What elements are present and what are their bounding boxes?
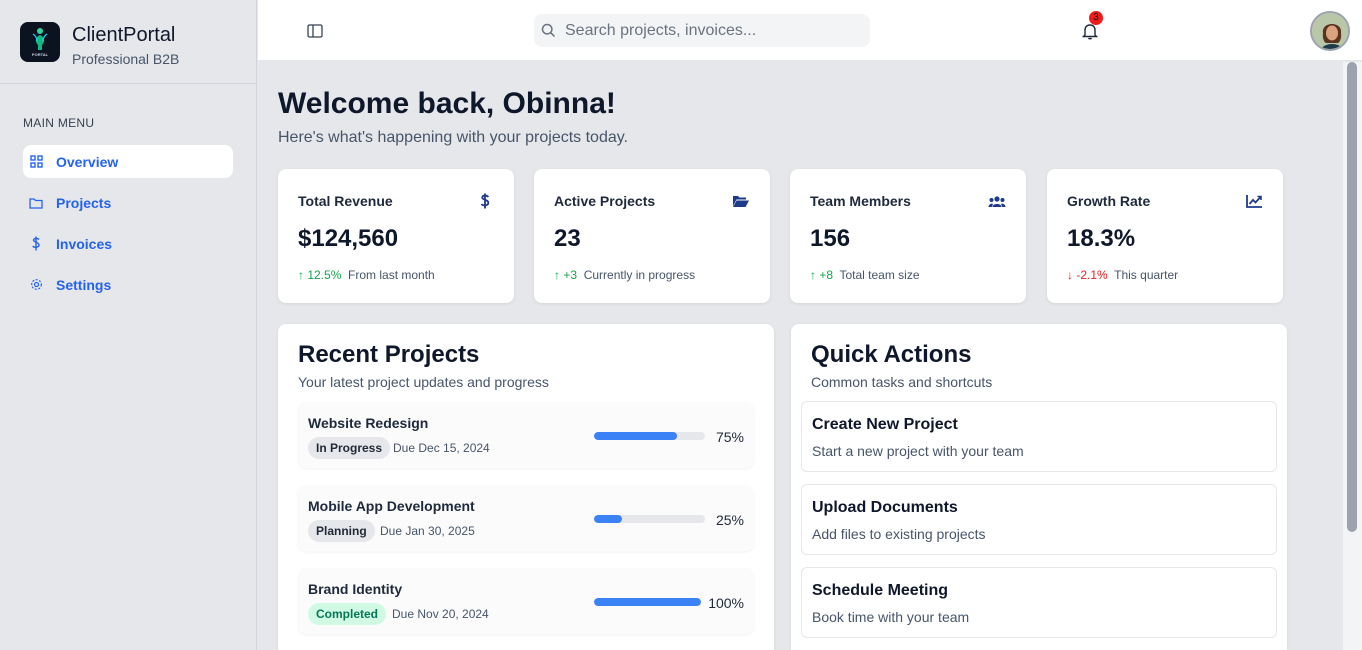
sidebar-item-label: Invoices <box>56 235 113 252</box>
progress-percent: 75% <box>715 429 744 445</box>
project-name: Website Redesign <box>308 415 429 431</box>
brand-logo: PORTAL <box>20 21 60 62</box>
recent-projects-panel: Recent Projects Your latest project upda… <box>278 324 774 650</box>
gear-icon <box>29 278 43 292</box>
stat-note: Currently in progress <box>583 268 696 282</box>
stat-card-revenue: Total Revenue $124,560 ↑ 12.5% From last… <box>278 169 514 303</box>
panel-title: Quick Actions <box>811 341 972 368</box>
search-icon <box>541 23 556 43</box>
stat-footer: ↑ +3 Currently in progress <box>554 268 695 282</box>
progress-percent: 100% <box>708 595 744 611</box>
sidebar-item-projects[interactable]: Projects <box>23 186 233 219</box>
progress-percent: 25% <box>715 512 744 528</box>
stat-value: 18.3% <box>1067 225 1136 252</box>
search-box <box>534 14 870 47</box>
stat-note: Total team size <box>839 268 920 282</box>
search-input[interactable] <box>565 14 865 47</box>
sidebar-item-label: Overview <box>56 153 119 170</box>
action-title: Upload Documents <box>812 499 958 516</box>
main-content: Welcome back, Obinna! Here's what's happ… <box>258 62 1342 650</box>
stat-value: 23 <box>554 225 581 252</box>
folder-icon <box>29 196 43 210</box>
chart-line-icon <box>1245 193 1263 209</box>
progress-bar <box>594 432 705 440</box>
folder-open-icon <box>732 193 750 209</box>
stat-value: 156 <box>810 225 851 252</box>
stat-change: ↑ +8 <box>810 268 834 282</box>
stat-change: ↑ 12.5% <box>298 268 342 282</box>
sidebar-item-overview[interactable]: Overview <box>23 145 233 178</box>
stat-note: This quarter <box>1114 268 1179 282</box>
create-project-button[interactable]: Create New Project Start a new project w… <box>801 401 1277 472</box>
quick-actions-panel: Quick Actions Common tasks and shortcuts… <box>791 324 1287 650</box>
project-due: Due Jan 30, 2025 <box>380 524 475 538</box>
stat-card-active-projects: Active Projects 23 ↑ +3 Currently in pro… <box>534 169 770 303</box>
brand: PORTAL ClientPortal Professional B2B <box>0 0 256 84</box>
status-badge: In Progress <box>308 437 391 459</box>
status-badge: Completed <box>308 603 387 625</box>
sidebar-item-invoices[interactable]: Invoices <box>23 227 233 260</box>
project-row[interactable]: Website Redesign In Progress Due Dec 15,… <box>298 402 754 468</box>
project-due: Due Dec 15, 2024 <box>393 441 490 455</box>
stat-footer: ↑ +8 Total team size <box>810 268 920 282</box>
stat-title: Growth Rate <box>1067 193 1151 209</box>
progress-fill <box>594 515 622 523</box>
stat-value: $124,560 <box>298 225 399 252</box>
stat-footer: ↓ -2.1% This quarter <box>1067 268 1178 282</box>
sidebar-toggle-icon[interactable] <box>307 23 323 39</box>
page-subtitle: Here's what's happening with your projec… <box>278 129 628 146</box>
stat-footer: ↑ 12.5% From last month <box>298 268 435 282</box>
stat-card-growth-rate: Growth Rate 18.3% ↓ -2.1% This quarter <box>1047 169 1283 303</box>
avatar[interactable] <box>1310 11 1350 51</box>
stat-change: ↑ +3 <box>554 268 578 282</box>
project-name: Brand Identity <box>308 581 403 597</box>
logo-figure-icon <box>32 28 48 50</box>
panel-title: Recent Projects <box>298 341 480 368</box>
brand-subtitle: Professional B2B <box>72 50 180 67</box>
dollar-icon <box>476 193 494 209</box>
page-title: Welcome back, Obinna! <box>278 87 616 120</box>
top-header: 3 <box>258 0 1362 61</box>
project-name: Mobile App Development <box>308 498 475 514</box>
action-description: Book time with your team <box>812 609 970 625</box>
project-row[interactable]: Mobile App Development Planning Due Jan … <box>298 485 754 551</box>
status-badge: Planning <box>308 520 375 542</box>
stat-title: Active Projects <box>554 193 656 209</box>
grid-icon <box>29 155 43 169</box>
scrollbar-thumb[interactable] <box>1347 62 1357 532</box>
stat-note: From last month <box>348 268 435 282</box>
dollar-icon <box>29 236 43 251</box>
main-menu: Overview Projects Invoices Settings <box>23 145 233 309</box>
notification-badge: 3 <box>1089 11 1103 25</box>
progress-fill <box>594 598 701 606</box>
panel-subtitle: Your latest project updates and progress <box>298 374 549 390</box>
action-description: Add files to existing projects <box>812 526 986 542</box>
schedule-meeting-button[interactable]: Schedule Meeting Book time with your tea… <box>801 567 1277 638</box>
sidebar-item-settings[interactable]: Settings <box>23 268 233 301</box>
menu-heading: MAIN MENU <box>23 116 95 130</box>
logo-text: PORTAL <box>31 52 49 57</box>
progress-fill <box>594 432 678 440</box>
sidebar-item-label: Settings <box>56 276 112 293</box>
brand-title: ClientPortal <box>72 23 176 46</box>
stat-card-team-members: Team Members 156 ↑ +8 Total team size <box>790 169 1026 303</box>
project-due: Due Nov 20, 2024 <box>392 607 489 621</box>
sidebar-item-label: Projects <box>56 194 112 211</box>
action-title: Create New Project <box>812 416 958 433</box>
panel-subtitle: Common tasks and shortcuts <box>811 374 993 390</box>
sidebar: PORTAL ClientPortal Professional B2B MAI… <box>0 0 257 650</box>
vertical-scrollbar[interactable] <box>1343 62 1362 650</box>
action-title: Schedule Meeting <box>812 582 949 599</box>
action-description: Start a new project with your team <box>812 443 1024 459</box>
upload-documents-button[interactable]: Upload Documents Add files to existing p… <box>801 484 1277 555</box>
project-row[interactable]: Brand Identity Completed Due Nov 20, 202… <box>298 568 754 634</box>
users-icon <box>988 193 1006 209</box>
stat-title: Total Revenue <box>298 193 393 209</box>
stat-title: Team Members <box>810 193 911 209</box>
progress-bar <box>594 598 701 606</box>
progress-bar <box>594 515 705 523</box>
stat-change: ↓ -2.1% <box>1067 268 1108 282</box>
